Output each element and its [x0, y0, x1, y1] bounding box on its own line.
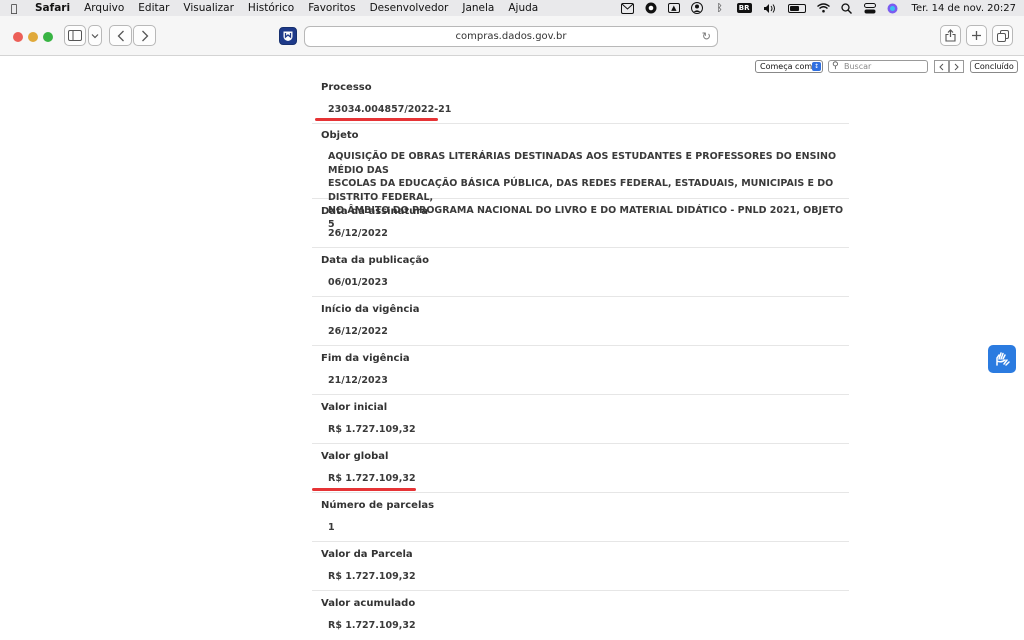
accessibility-widget-button[interactable]: [988, 345, 1016, 373]
find-done-button[interactable]: Concluído: [970, 60, 1018, 73]
site-favicon-icon[interactable]: [279, 27, 297, 45]
menu-arquivo[interactable]: Arquivo: [77, 2, 131, 14]
address-url: compras.dados.gov.br: [455, 31, 567, 42]
minimize-window-button[interactable]: [28, 32, 38, 42]
find-search-placeholder: Buscar: [844, 62, 872, 71]
field-label: Objeto: [321, 130, 359, 141]
field-objeto: Objeto AQUISIÇÃO DE OBRAS LITERÁRIAS DES…: [312, 124, 849, 230]
control-center-icon[interactable]: [863, 2, 876, 14]
chevron-down-icon: [91, 33, 99, 38]
bluetooth-icon[interactable]: ᛒ: [714, 2, 726, 14]
select-arrows-icon: ↕: [812, 62, 821, 71]
menu-desenvolvedor[interactable]: Desenvolvedor: [363, 2, 456, 14]
field-data-publicacao: Data da publicação 06/01/2023: [312, 248, 849, 297]
field-value: R$ 1.727.109,32: [328, 424, 416, 435]
reload-icon[interactable]: ↻: [702, 30, 711, 43]
mail-status-icon[interactable]: [620, 2, 634, 14]
plus-icon: [972, 31, 981, 40]
field-valor-global: Valor global R$ 1.727.109,32: [312, 444, 849, 493]
volume-icon[interactable]: [763, 2, 777, 14]
find-mode-select[interactable]: Começa com ↕: [755, 60, 823, 73]
field-label: Data da publicação: [321, 255, 429, 266]
red-underline-mark: [315, 118, 438, 121]
menu-favoritos[interactable]: Favoritos: [301, 2, 362, 14]
find-next-button[interactable]: [949, 60, 964, 73]
field-valor-inicial: Valor inicial R$ 1.727.109,32: [312, 395, 849, 444]
menu-editar[interactable]: Editar: [131, 2, 176, 14]
menu-historico[interactable]: Histórico: [241, 2, 301, 14]
field-label: Valor inicial: [321, 402, 388, 413]
find-bar: Começa com ↕ ⚲ Buscar Concluído: [0, 57, 1024, 76]
field-label: Data da assinatura: [321, 206, 428, 217]
forward-button[interactable]: [133, 25, 156, 46]
chevron-right-icon: [954, 63, 959, 70]
sign-language-hands-icon: [996, 352, 1010, 366]
upload-status-icon[interactable]: ▲: [667, 3, 680, 13]
tab-group-menu-button[interactable]: [88, 25, 102, 46]
field-value: R$ 1.727.109,32: [328, 473, 416, 484]
tab-overview-button[interactable]: [992, 25, 1013, 46]
back-button[interactable]: [109, 25, 132, 46]
status-area: ▲ ᛒ BR Ter. 14 de nov. 20:27: [620, 0, 1016, 16]
field-value: 06/01/2023: [328, 277, 388, 288]
field-value: R$ 1.727.109,32: [328, 620, 416, 631]
field-inicio-vigencia: Início da vigência 26/12/2022: [312, 297, 849, 346]
search-icon: ⚲: [832, 61, 839, 71]
field-processo: Processo 23034.004857/2022-21: [312, 76, 849, 124]
sidebar-icon: [68, 30, 82, 41]
contract-details: Processo 23034.004857/2022-21 Objeto AQU…: [312, 76, 849, 640]
field-value: 1: [328, 522, 335, 533]
field-valor-parcela: Valor da Parcela R$ 1.727.109,32: [312, 542, 849, 591]
chrome-status-icon[interactable]: [645, 2, 657, 14]
field-label: Início da vigência: [321, 304, 420, 315]
menu-visualizar[interactable]: Visualizar: [176, 2, 241, 14]
share-icon: [945, 29, 956, 42]
chevron-right-icon: [141, 30, 148, 41]
input-source-indicator[interactable]: BR: [736, 3, 752, 13]
field-data-assinatura: Data da assinatura 26/12/2022: [312, 199, 849, 248]
field-value: 21/12/2023: [328, 375, 388, 386]
apple-icon[interactable]: : [0, 2, 28, 15]
red-underline-mark: [312, 488, 416, 491]
share-button[interactable]: [940, 25, 961, 46]
browser-toolbar: compras.dados.gov.br ↻: [0, 16, 1024, 56]
menu-ajuda[interactable]: Ajuda: [501, 2, 545, 14]
battery-icon[interactable]: [787, 2, 806, 14]
user-status-icon[interactable]: [690, 2, 703, 14]
field-valor-acumulado: Valor acumulado R$ 1.727.109,32: [312, 591, 849, 640]
menu-janela[interactable]: Janela: [455, 2, 501, 14]
find-previous-button[interactable]: [934, 60, 949, 73]
zoom-window-button[interactable]: [43, 32, 53, 42]
field-label: Valor da Parcela: [321, 549, 413, 560]
find-mode-label: Começa com: [760, 62, 813, 71]
tabs-overview-icon: [996, 29, 1009, 42]
field-label: Valor acumulado: [321, 598, 416, 609]
field-label: Valor global: [321, 451, 389, 462]
siri-icon[interactable]: [887, 2, 899, 14]
menu-bar:  Safari Arquivo Editar Visualizar Histó…: [0, 0, 1024, 16]
menu-datetime[interactable]: Ter. 14 de nov. 20:27: [912, 3, 1016, 14]
field-value: 26/12/2022: [328, 228, 388, 239]
new-tab-button[interactable]: [966, 25, 987, 46]
address-bar[interactable]: compras.dados.gov.br ↻: [304, 26, 718, 47]
spotlight-search-icon[interactable]: [841, 2, 853, 14]
field-label: Fim da vigência: [321, 353, 410, 364]
wifi-icon[interactable]: [816, 2, 830, 14]
field-label: Número de parcelas: [321, 500, 435, 511]
field-label: Processo: [321, 82, 372, 93]
menu-app-name[interactable]: Safari: [28, 2, 77, 14]
field-fim-vigencia: Fim da vigência 21/12/2023: [312, 346, 849, 395]
chevron-left-icon: [939, 63, 944, 70]
field-value-line: AQUISIÇÃO DE OBRAS LITERÁRIAS DESTINADAS…: [328, 151, 837, 176]
field-value: R$ 1.727.109,32: [328, 571, 416, 582]
field-value: 26/12/2022: [328, 326, 388, 337]
close-window-button[interactable]: [13, 32, 23, 42]
sidebar-toggle-button[interactable]: [64, 25, 86, 46]
find-search-input[interactable]: ⚲ Buscar: [828, 60, 928, 73]
chevron-left-icon: [117, 30, 124, 41]
field-numero-parcelas: Número de parcelas 1: [312, 493, 849, 542]
field-value: 23034.004857/2022-21: [328, 104, 452, 115]
